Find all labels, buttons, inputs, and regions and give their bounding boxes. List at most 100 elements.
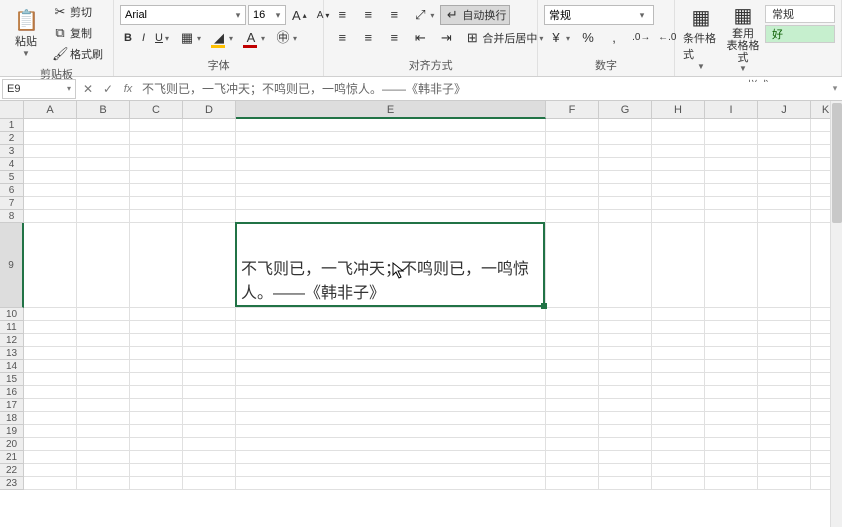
cell[interactable] <box>546 477 599 490</box>
cell[interactable] <box>24 373 77 386</box>
cell[interactable] <box>236 451 546 464</box>
cell[interactable] <box>599 386 652 399</box>
cell[interactable] <box>24 464 77 477</box>
cell[interactable] <box>183 451 236 464</box>
cell[interactable] <box>705 477 758 490</box>
cut-button[interactable]: ✂剪切 <box>48 2 107 22</box>
cell[interactable] <box>758 158 811 171</box>
row-header[interactable]: 19 <box>0 425 24 438</box>
cell[interactable] <box>77 386 130 399</box>
align-right-button[interactable]: ≡ <box>382 28 406 48</box>
cell[interactable] <box>546 399 599 412</box>
cell[interactable] <box>758 464 811 477</box>
cell[interactable] <box>758 438 811 451</box>
cell[interactable] <box>236 464 546 477</box>
cell[interactable] <box>24 438 77 451</box>
cell[interactable] <box>130 399 183 412</box>
cell[interactable] <box>652 438 705 451</box>
cell[interactable] <box>236 477 546 490</box>
cell[interactable] <box>652 223 705 308</box>
cell[interactable] <box>77 477 130 490</box>
cell[interactable] <box>183 412 236 425</box>
cell[interactable] <box>24 184 77 197</box>
cell[interactable] <box>758 347 811 360</box>
cell[interactable] <box>652 308 705 321</box>
orientation-button[interactable]: ⤢▾ <box>408 5 438 25</box>
cell[interactable] <box>183 347 236 360</box>
cell[interactable] <box>599 438 652 451</box>
cell[interactable] <box>546 386 599 399</box>
cell[interactable] <box>652 399 705 412</box>
formula-input[interactable] <box>138 82 828 96</box>
font-color-button[interactable]: A▾ <box>239 28 269 48</box>
cell[interactable] <box>599 373 652 386</box>
cell[interactable] <box>183 210 236 223</box>
row-header[interactable]: 23 <box>0 477 24 490</box>
cell[interactable] <box>24 171 77 184</box>
copy-button[interactable]: ⧉复制 <box>48 23 107 43</box>
row-header[interactable]: 5 <box>0 171 24 184</box>
cell[interactable] <box>652 158 705 171</box>
column-header[interactable]: A <box>24 101 77 119</box>
font-name-input[interactable] <box>121 9 231 21</box>
cell[interactable] <box>705 158 758 171</box>
cell[interactable] <box>130 373 183 386</box>
cell[interactable] <box>705 197 758 210</box>
cell[interactable] <box>183 464 236 477</box>
cell[interactable] <box>77 425 130 438</box>
cell[interactable] <box>130 119 183 132</box>
cell[interactable] <box>546 223 599 308</box>
increase-font-button[interactable]: A▴ <box>288 6 311 25</box>
merge-center-button[interactable]: ⊞合并后居中▾ <box>460 28 547 48</box>
cell[interactable] <box>599 210 652 223</box>
cell[interactable] <box>77 373 130 386</box>
cell[interactable] <box>24 386 77 399</box>
cell[interactable] <box>130 412 183 425</box>
cell[interactable] <box>546 412 599 425</box>
cell[interactable] <box>599 197 652 210</box>
cell[interactable] <box>183 223 236 308</box>
cell[interactable] <box>652 119 705 132</box>
column-header[interactable]: J <box>758 101 811 119</box>
cell[interactable] <box>705 223 758 308</box>
column-header[interactable]: C <box>130 101 183 119</box>
cell[interactable] <box>705 334 758 347</box>
cell[interactable] <box>77 197 130 210</box>
cell[interactable] <box>130 360 183 373</box>
cell[interactable] <box>130 184 183 197</box>
bold-button[interactable]: B <box>120 30 136 46</box>
row-header[interactable]: 11 <box>0 321 24 334</box>
cell[interactable] <box>236 321 546 334</box>
column-header[interactable]: I <box>705 101 758 119</box>
cell[interactable] <box>705 119 758 132</box>
cell[interactable] <box>183 360 236 373</box>
align-bottom-button[interactable]: ≡ <box>382 5 406 25</box>
cell[interactable] <box>24 223 77 308</box>
row-header[interactable]: 21 <box>0 451 24 464</box>
cell[interactable] <box>77 334 130 347</box>
cell[interactable] <box>546 184 599 197</box>
wrap-text-button[interactable]: ↵自动换行 <box>440 5 510 25</box>
cell[interactable] <box>77 184 130 197</box>
cell[interactable] <box>652 145 705 158</box>
cell[interactable] <box>758 197 811 210</box>
select-all-corner[interactable] <box>0 101 24 119</box>
cell[interactable] <box>236 158 546 171</box>
paste-button[interactable]: 📋 粘贴 ▼ <box>6 2 46 64</box>
cell[interactable] <box>183 119 236 132</box>
cell[interactable] <box>546 308 599 321</box>
cell[interactable] <box>24 197 77 210</box>
cell[interactable] <box>599 334 652 347</box>
align-left-button[interactable]: ≡ <box>330 28 354 48</box>
cell[interactable] <box>705 360 758 373</box>
cell[interactable] <box>758 360 811 373</box>
cell[interactable] <box>24 119 77 132</box>
cell[interactable] <box>236 386 546 399</box>
cell[interactable] <box>130 145 183 158</box>
cell[interactable] <box>546 373 599 386</box>
cell[interactable] <box>758 399 811 412</box>
row-header[interactable]: 2 <box>0 132 24 145</box>
cell[interactable] <box>599 308 652 321</box>
cell[interactable] <box>599 158 652 171</box>
cell[interactable] <box>705 145 758 158</box>
